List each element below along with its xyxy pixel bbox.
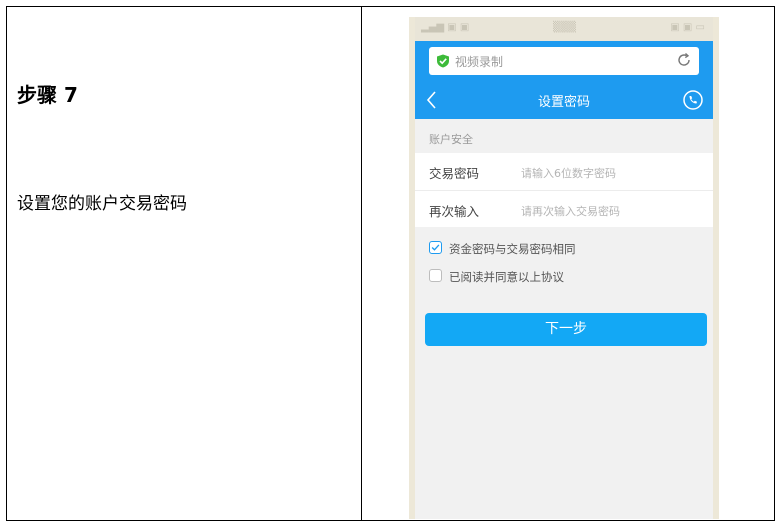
url-text: 视频录制 [455, 55, 504, 69]
confirm-password-row[interactable]: 再次输入 请再次输入交易密码 [415, 191, 713, 228]
agreement-label: 已阅读并同意以上协议 [449, 270, 564, 284]
status-bar: ▂▄▆ ▣ ▣ ▒▒▒ ▣ ▣ ▭ [415, 17, 713, 41]
shield-icon [437, 54, 449, 68]
refresh-icon[interactable] [675, 51, 693, 69]
step-description: 设置您的账户交易密码 [17, 194, 187, 214]
column-divider [361, 7, 362, 520]
signal-icon: ▂▄▆ ▣ ▣ [421, 22, 470, 33]
clock-icon: ▒▒▒ [553, 22, 577, 33]
nav-bar: 设置密码 [415, 81, 713, 119]
next-step-button[interactable]: 下一步 [425, 313, 707, 346]
url-bar[interactable]: 视频录制 [429, 47, 699, 75]
same-password-label: 资金密码与交易密码相同 [449, 242, 576, 256]
url-bar-container: 视频录制 [415, 41, 713, 81]
phone-screen: ▂▄▆ ▣ ▣ ▒▒▒ ▣ ▣ ▭ 视频录制 设置密码 账户安全 交易密码 请输… [415, 17, 713, 519]
password-form: 交易密码 请输入6位数字密码 再次输入 请再次输入交易密码 [415, 153, 713, 227]
nav-title: 设置密码 [537, 95, 590, 110]
confirm-password-input[interactable]: 请再次输入交易密码 [521, 203, 620, 219]
battery-icon: ▣ ▣ ▭ [670, 22, 705, 33]
trade-password-row[interactable]: 交易密码 请输入6位数字密码 [415, 153, 713, 191]
checkbox-unchecked-icon[interactable] [429, 269, 442, 282]
checkbox-checked-icon[interactable] [429, 241, 442, 254]
phone-screenshot: ▂▄▆ ▣ ▣ ▒▒▒ ▣ ▣ ▭ 视频录制 设置密码 账户安全 交易密码 请输… [409, 17, 719, 519]
step-table: 步骤 7 设置您的账户交易密码 ▂▄▆ ▣ ▣ ▒▒▒ ▣ ▣ ▭ 视频录制 设… [6, 6, 775, 521]
step-title: 步骤 7 [17, 83, 78, 107]
section-label: 账户安全 [429, 133, 473, 146]
trade-password-label: 交易密码 [429, 166, 480, 181]
trade-password-input[interactable]: 请输入6位数字密码 [521, 165, 616, 181]
confirm-password-label: 再次输入 [429, 204, 480, 219]
phone-icon[interactable] [683, 90, 703, 110]
